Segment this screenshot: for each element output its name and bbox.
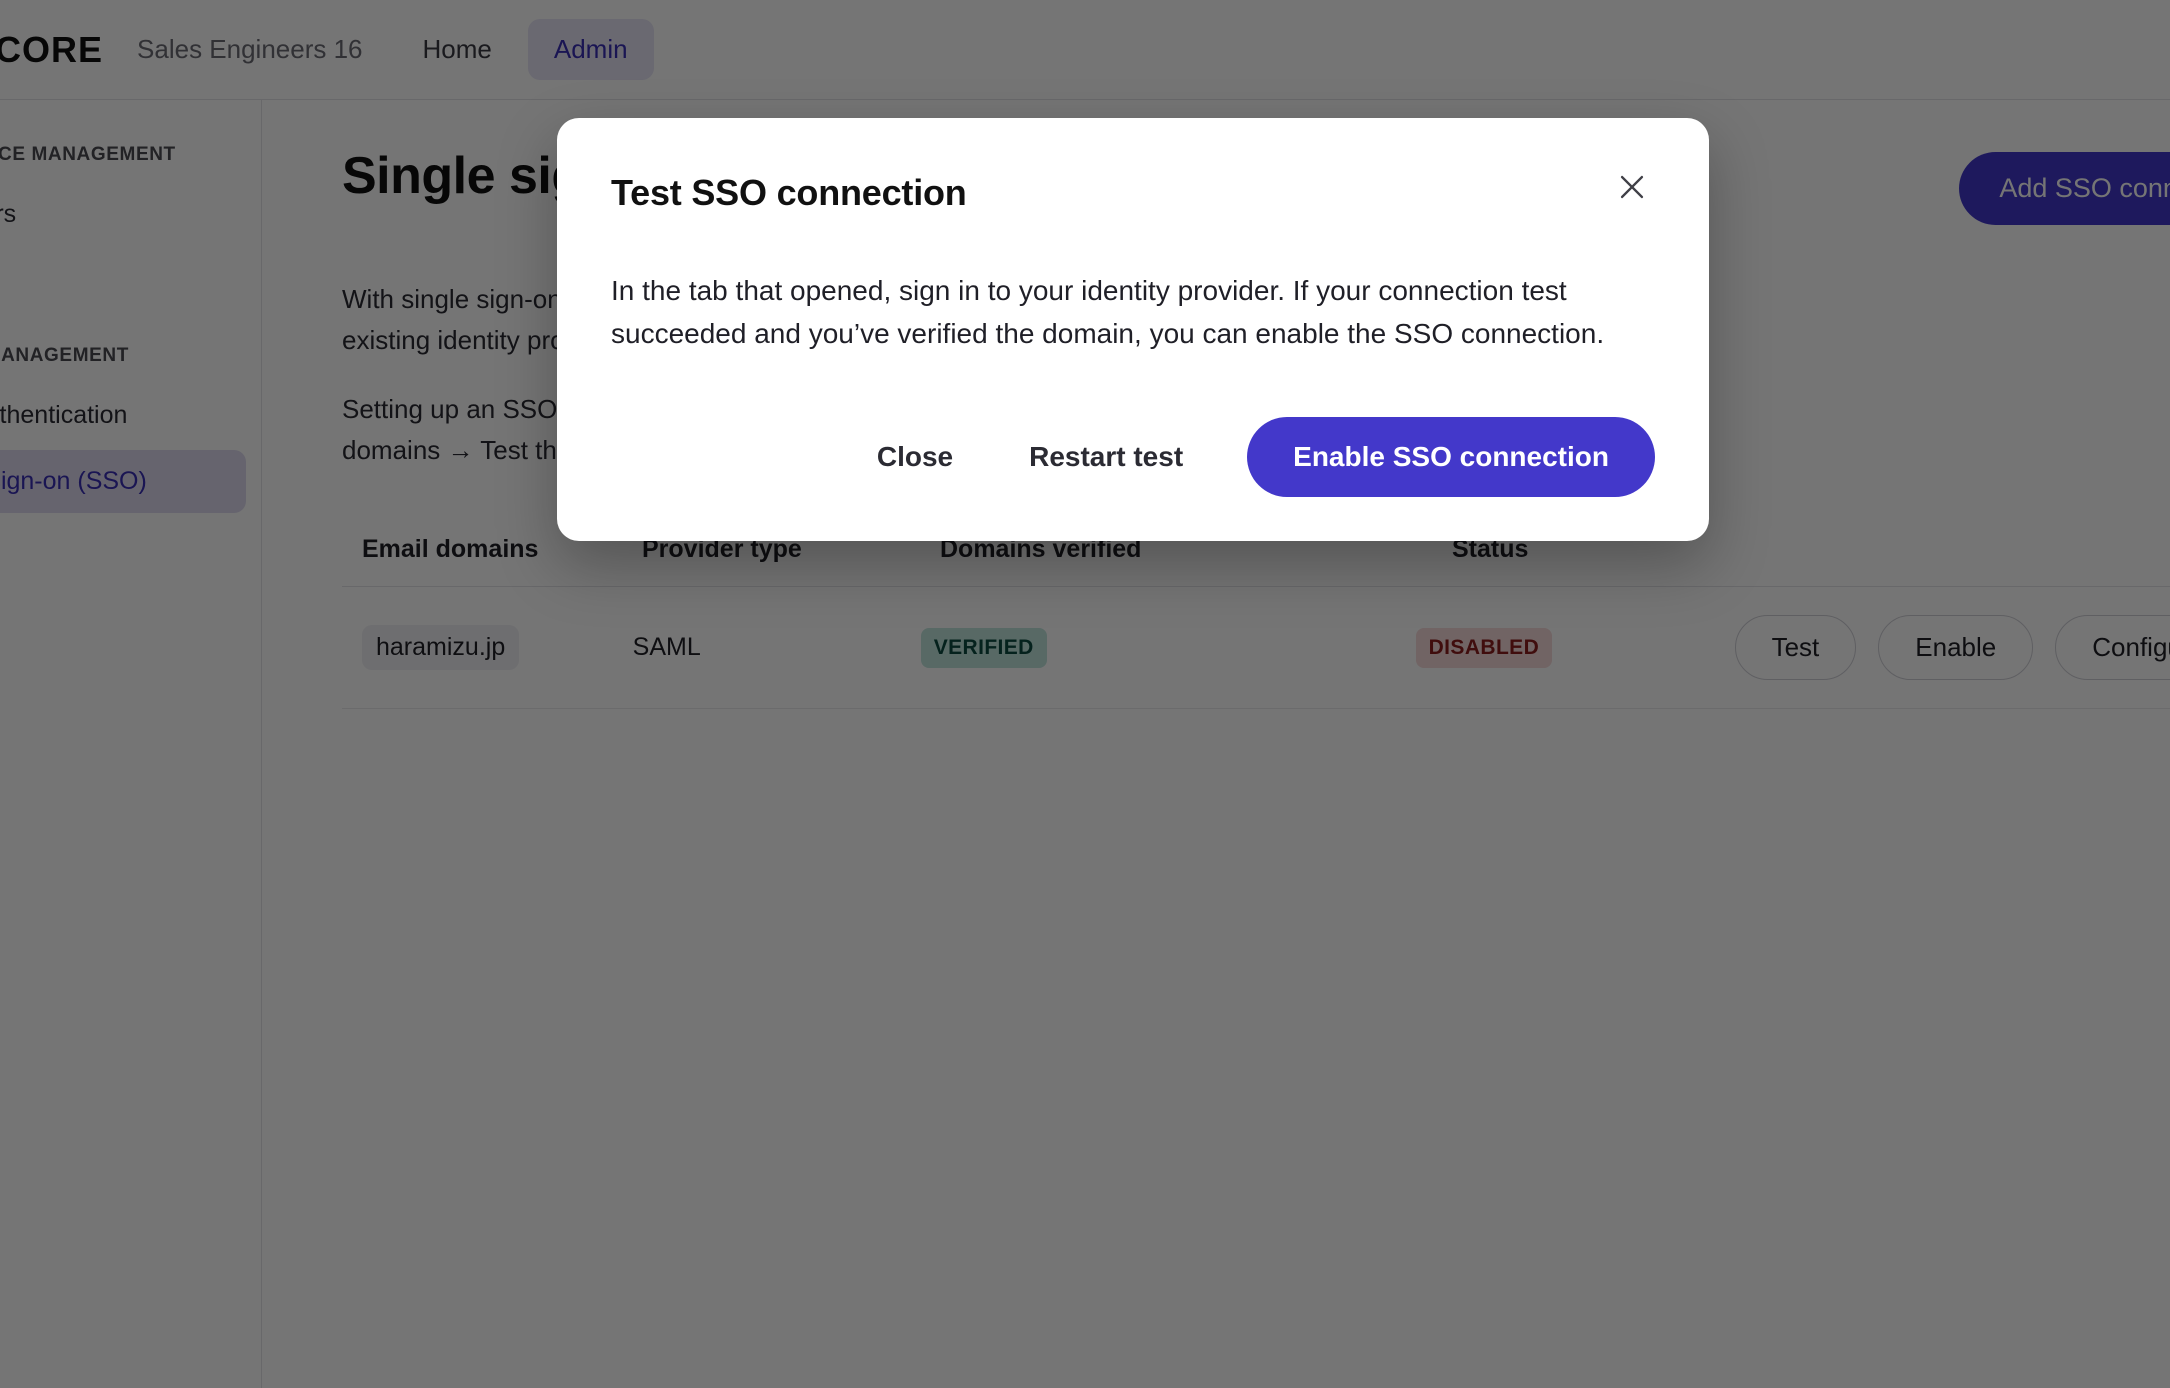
- dialog-header: Test SSO connection: [611, 164, 1655, 214]
- close-icon[interactable]: [1609, 164, 1655, 210]
- dialog-title: Test SSO connection: [611, 172, 967, 213]
- restart-test-button[interactable]: Restart test: [995, 419, 1217, 495]
- test-sso-connection-dialog: Test SSO connection In the tab that open…: [557, 118, 1709, 542]
- dialog-body-text: In the tab that opened, sign in to your …: [611, 275, 1605, 349]
- enable-sso-connection-button[interactable]: Enable SSO connection: [1247, 417, 1655, 498]
- dialog-actions: Close Restart test Enable SSO connection: [611, 417, 1655, 498]
- close-button[interactable]: Close: [843, 419, 987, 495]
